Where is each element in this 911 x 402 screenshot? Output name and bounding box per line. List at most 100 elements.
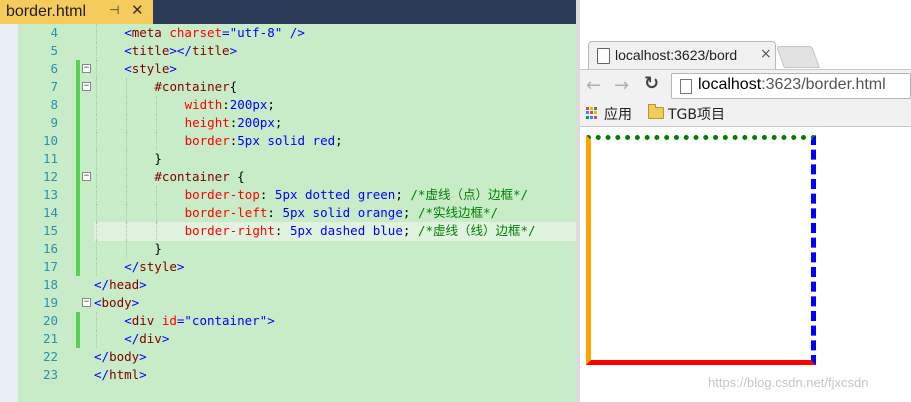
indent-guide (126, 78, 128, 96)
code-token: style (139, 259, 177, 274)
indent-guide (126, 132, 128, 150)
line-number: 12 (42, 169, 58, 184)
code-token: > (267, 313, 275, 328)
code-token: html (109, 367, 140, 382)
code-line[interactable]: 12 − #container { (18, 168, 578, 186)
code-line[interactable]: 8 width:200px; (18, 96, 578, 114)
code-token: #container (154, 169, 230, 184)
code-token: > (229, 43, 238, 58)
apps-grid-icon[interactable] (586, 107, 598, 119)
indent-guide (96, 114, 97, 132)
code-token: > (139, 277, 147, 292)
code-line[interactable]: 5 <title></title> (18, 42, 578, 60)
code-line[interactable]: 9 height:200px; (18, 114, 578, 132)
indent-guide (156, 186, 158, 204)
folder-icon (648, 104, 664, 119)
code-text: </body> (94, 348, 147, 366)
indent-guide (96, 60, 97, 78)
change-marker (76, 204, 80, 222)
code-token: > (169, 61, 177, 76)
bookmark-folder-tgb[interactable]: TGB项目 (668, 104, 725, 124)
code-line[interactable]: 10 border:5px solid red; (18, 132, 578, 150)
code-line[interactable]: 11} (18, 150, 578, 168)
code-line[interactable]: 6 − <style> (18, 60, 578, 78)
address-bar[interactable]: localhost:3623/border.html (671, 73, 911, 99)
code-line[interactable]: 22 </body> (18, 348, 578, 366)
code-token: "utf-8" (229, 25, 283, 40)
indent-guide (156, 204, 158, 222)
code-text: </style> (124, 258, 184, 276)
indent-guide (96, 240, 97, 258)
line-number: 4 (50, 25, 58, 40)
code-token: meta (131, 25, 162, 40)
code-token: > (139, 349, 147, 364)
code-token: #container (154, 79, 230, 94)
browser-tab-title: localhost:3623/bord (615, 47, 738, 63)
code-line[interactable]: 18 </head> (18, 276, 578, 294)
code-token: { (229, 79, 238, 94)
code-token: border (184, 133, 230, 148)
close-tab-icon[interactable]: ✕ (131, 1, 144, 19)
back-arrow-icon[interactable]: ← (586, 75, 601, 96)
code-text: border-top: 5px dotted green; /*虚线（点）边框*… (185, 186, 528, 204)
indent-guide (126, 186, 128, 204)
code-token: border-top (184, 187, 260, 202)
code-token: charset (161, 25, 223, 40)
code-line[interactable]: 15 border-right: 5px dashed blue; /*虚线（线）… (18, 222, 580, 241)
collapse-icon[interactable]: − (82, 64, 91, 73)
code-line[interactable]: 19 − <body> (18, 294, 578, 312)
code-text: <style> (124, 60, 177, 78)
bookmark-apps[interactable]: 应用 (604, 104, 632, 124)
indent-guide (126, 168, 128, 186)
code-token: /> (282, 25, 305, 40)
code-line[interactable]: 4 <meta charset="utf-8" /> (18, 24, 578, 42)
code-token: { (229, 169, 245, 184)
line-number: 15 (42, 223, 58, 238)
change-marker (76, 132, 80, 150)
indent-guide (96, 258, 97, 276)
code-token: ; (335, 133, 343, 148)
code-line[interactable]: 20 <div id="container"> (18, 312, 578, 330)
pin-icon[interactable]: ⊣ (109, 3, 119, 17)
line-number: 21 (42, 331, 58, 346)
code-line[interactable]: 23 </html> (18, 366, 578, 384)
url-text[interactable]: localhost:3623/border.html (698, 76, 886, 94)
forward-arrow-icon[interactable]: → (614, 75, 629, 96)
code-token: ; (274, 115, 283, 130)
line-number: 16 (42, 241, 58, 256)
code-token: > (139, 367, 147, 382)
change-marker (76, 330, 80, 348)
code-token: height (184, 115, 230, 130)
collapse-icon[interactable]: − (82, 172, 91, 181)
code-token: ; (402, 223, 418, 238)
code-line[interactable]: 13 border-top: 5px dotted green; /*虚线（点）边… (18, 186, 578, 204)
code-line[interactable]: 16} (18, 240, 578, 258)
indent-guide (96, 168, 97, 186)
code-token: </ (94, 277, 110, 292)
code-line[interactable]: 7 − #container{ (18, 78, 578, 96)
indent-guide (126, 204, 128, 222)
new-tab-button[interactable] (775, 46, 821, 68)
change-marker (76, 114, 80, 132)
watermark: https://blog.csdn.net/fjxcsdn (708, 375, 869, 390)
browser-tab[interactable]: localhost:3623/bord × (588, 41, 776, 69)
tab-border-html[interactable]: border.html ⊣ ✕ (0, 0, 153, 24)
code-token: } (154, 151, 162, 166)
tab-title: border.html (6, 3, 87, 20)
line-number: 6 (50, 61, 58, 76)
code-line[interactable]: 14 border-left: 5px solid orange; /*实线边框*… (18, 204, 578, 222)
line-number: 22 (42, 349, 58, 364)
reload-icon[interactable]: ↻ (644, 73, 659, 94)
close-browser-tab-icon[interactable]: × (760, 46, 772, 62)
line-number: 13 (42, 187, 58, 202)
indent-guide (96, 42, 97, 60)
collapse-icon[interactable]: − (82, 298, 91, 307)
line-number: 11 (42, 151, 58, 166)
code-area[interactable]: 4 <meta charset="utf-8" /> 5 <title></title… (18, 24, 580, 384)
indent-guide (96, 204, 97, 222)
code-line[interactable]: 17 </style> (18, 258, 578, 276)
code-token: style (131, 61, 170, 76)
code-line[interactable]: 21 </div> (18, 330, 578, 348)
code-token: body (101, 295, 132, 310)
collapse-icon[interactable]: − (82, 82, 91, 91)
